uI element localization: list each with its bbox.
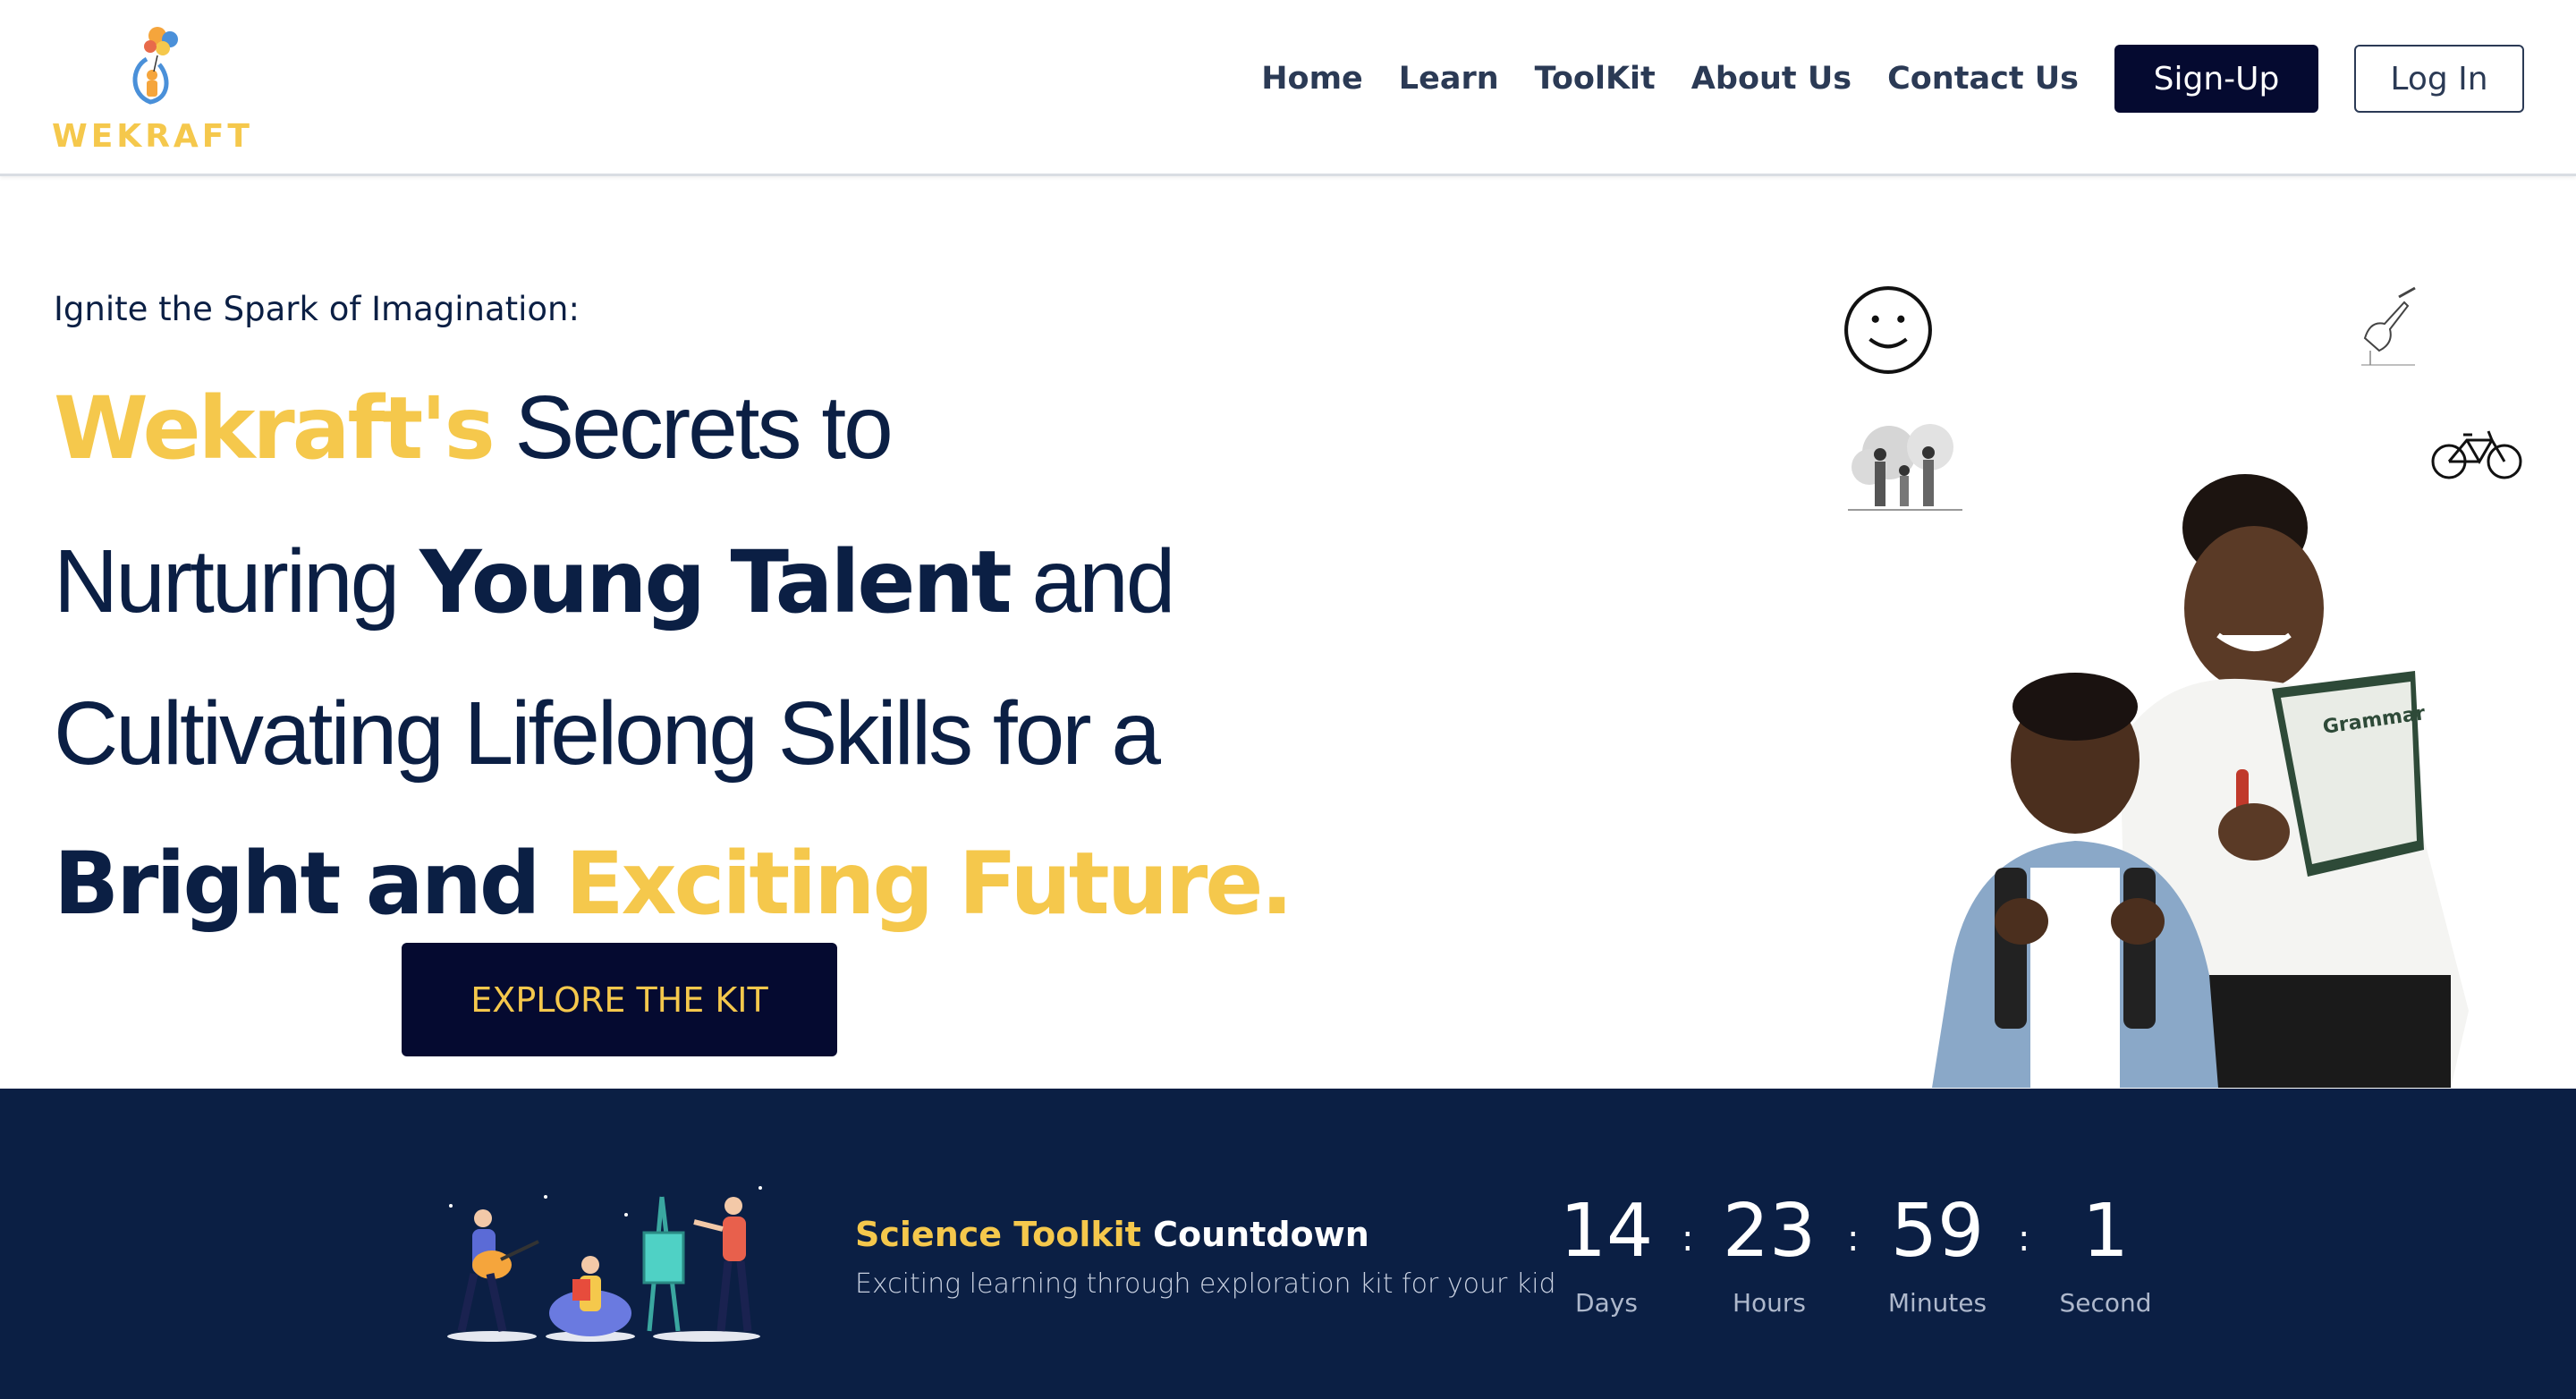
headline-highlight: Exciting Future. (565, 834, 1293, 934)
countdown-value: 14 (1559, 1189, 1654, 1274)
countdown-title-highlight: Science Toolkit (855, 1215, 1141, 1254)
headline-bold: Bright and (54, 834, 566, 934)
countdown-label: Hours (1732, 1288, 1807, 1318)
headline-text: and (1009, 531, 1175, 632)
signup-button[interactable]: Sign-Up (2114, 45, 2318, 113)
countdown-value: 1 (2081, 1189, 2130, 1274)
nav-learn[interactable]: Learn (1399, 61, 1499, 97)
nav-contact-us[interactable]: Contact Us (1887, 61, 2079, 97)
headline-line-2: Nurturing Young Talent and (54, 537, 1175, 626)
explore-kit-button[interactable]: EXPLORE THE KIT (402, 943, 837, 1056)
countdown-value: 59 (1890, 1189, 1985, 1274)
countdown-label: Second (2059, 1288, 2152, 1318)
main-nav: Home Learn ToolKit About Us Contact Us S… (1261, 45, 2524, 113)
teacher-and-student-photo: Grammar (1932, 474, 2469, 1088)
countdown-title-rest: Countdown (1140, 1215, 1369, 1254)
headline-line-4: Bright and Exciting Future. (54, 841, 1293, 927)
headline-text: Cultivating Lifelong Skills for a (54, 683, 1161, 784)
headline-text: Secrets to (492, 377, 894, 478)
countdown-subtitle: Exciting learning through exploration ki… (855, 1268, 1556, 1300)
headline-bold: Young Talent (419, 532, 1013, 632)
brand-name: WEKRAFT (52, 118, 253, 155)
countdown-label: Days (1575, 1288, 1638, 1318)
login-button[interactable]: Log In (2354, 45, 2524, 113)
countdown-minutes: 59 Minutes (1857, 1195, 2018, 1318)
countdown-value: 23 (1722, 1189, 1817, 1274)
kids-activities-illustration (447, 1186, 762, 1342)
countdown-title: Science Toolkit Countdown (855, 1215, 1369, 1254)
headline-brand-highlight: Wekraft's (54, 378, 496, 479)
countdown-seconds: 1 Second (2025, 1195, 2186, 1318)
countdown-hours: 23 Hours (1689, 1195, 1850, 1318)
headline-line-3: Cultivating Lifelong Skills for a (54, 689, 1161, 778)
countdown-label: Minutes (1887, 1288, 1987, 1318)
hero-tagline: Ignite the Spark of Imagination: (54, 290, 580, 328)
brand-logo[interactable]: WEKRAFT (52, 23, 250, 157)
headline-line-1: Wekraft's Secrets to (54, 383, 894, 472)
balloon-kid-icon (132, 27, 178, 105)
headline-text: Nurturing (54, 531, 420, 632)
writing-hand-icon (2361, 286, 2416, 366)
nav-toolkit[interactable]: ToolKit (1535, 61, 1656, 97)
site-header: WEKRAFT Home Learn ToolKit About Us Cont… (0, 0, 2576, 176)
nav-home[interactable]: Home (1261, 61, 1363, 97)
nav-about-us[interactable]: About Us (1691, 61, 1852, 97)
countdown-days: 14 Days (1526, 1195, 1687, 1318)
smiley-icon (1844, 286, 1932, 374)
